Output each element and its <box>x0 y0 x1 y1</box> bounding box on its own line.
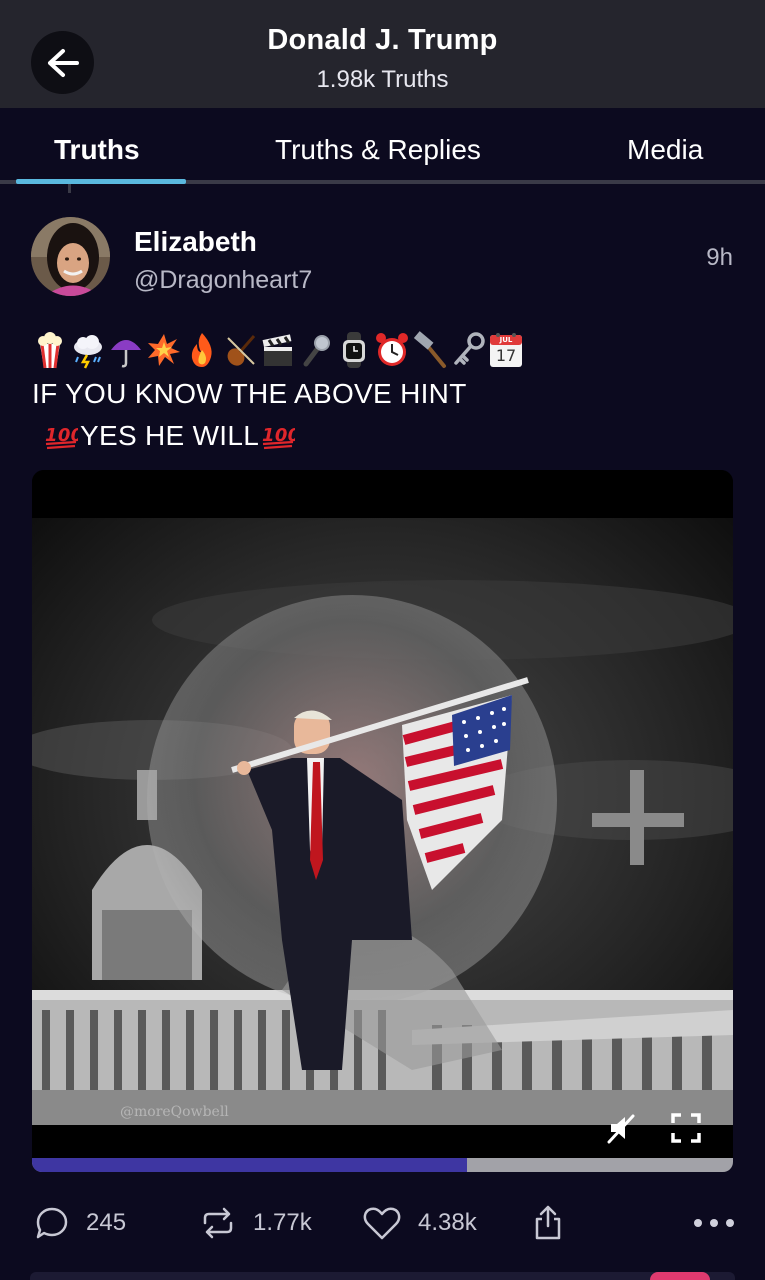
video-progress-bar[interactable] <box>32 1158 733 1172</box>
microphone-icon <box>298 330 334 370</box>
post-text-line-1: IF YOU KNOW THE ABOVE HINT <box>32 378 467 409</box>
muted-speaker-icon <box>607 1114 635 1144</box>
avatar[interactable] <box>31 217 110 296</box>
hammer-icon <box>412 330 448 370</box>
profile-tabs: Truths Truths & Replies Media <box>0 108 765 186</box>
retruth-button[interactable]: 1.77k <box>199 1200 312 1246</box>
author-name[interactable]: Elizabeth <box>134 226 257 258</box>
post-text-line-2: 100 YES HE WILL 100 <box>42 420 300 452</box>
next-post-edge <box>30 1272 735 1280</box>
key-icon <box>450 330 486 370</box>
more-dots-icon <box>694 1219 734 1227</box>
post-video[interactable] <box>32 470 733 1172</box>
fullscreen-icon <box>671 1113 701 1143</box>
calendar-month: JUL <box>499 336 513 344</box>
alarm-clock-icon <box>374 330 410 370</box>
fire-icon <box>184 330 220 370</box>
retruth-icon <box>203 1207 233 1239</box>
clapper-board-icon <box>260 330 296 370</box>
video-frame <box>32 470 733 1172</box>
floating-action-edge[interactable] <box>650 1272 710 1280</box>
profile-header: Donald J. Trump 1.98k Truths <box>0 0 765 108</box>
watch-icon <box>336 330 372 370</box>
author-handle[interactable]: @Dragonheart7 <box>134 266 312 295</box>
umbrella-icon <box>108 330 144 370</box>
hundred-points-icon: 100 <box>44 421 83 451</box>
share-icon <box>535 1205 561 1240</box>
tab-truths-replies[interactable]: Truths & Replies <box>275 134 481 166</box>
reply-bubble-icon <box>36 1207 68 1239</box>
popcorn-icon <box>32 330 68 370</box>
tab-media[interactable]: Media <box>627 134 703 166</box>
video-watermark: @moreQowbell <box>120 1104 229 1120</box>
tab-truths[interactable]: Truths <box>54 134 140 166</box>
app-root: Donald J. Trump 1.98k Truths Truths Trut… <box>0 0 765 1280</box>
video-progress-fill <box>32 1158 467 1172</box>
reply-count: 245 <box>86 1209 127 1236</box>
violin-icon <box>222 330 258 370</box>
truth-count: 1.98k Truths <box>316 66 449 93</box>
post-text-yes-he-will: YES HE WILL <box>80 420 260 451</box>
more-options-button[interactable] <box>692 1213 736 1233</box>
thread-line <box>68 184 71 193</box>
profile-title: Donald J. Trump <box>267 24 498 56</box>
like-count: 4.38k <box>418 1209 477 1236</box>
emoji-hint-row: JUL 17 <box>32 330 524 372</box>
reply-button[interactable]: 245 <box>34 1200 126 1246</box>
hundred-points-icon: 100 <box>261 421 300 451</box>
calendar-icon: JUL 17 <box>488 330 524 370</box>
fullscreen-button[interactable] <box>668 1110 704 1146</box>
mute-button[interactable] <box>603 1110 639 1146</box>
storm-cloud-icon <box>70 330 106 370</box>
post-timestamp: 9h <box>706 244 733 271</box>
active-tab-indicator <box>16 179 186 184</box>
like-button[interactable]: 4.38k <box>362 1200 477 1246</box>
heart-icon <box>363 1207 401 1240</box>
share-button[interactable] <box>532 1200 564 1246</box>
calendar-day: 17 <box>495 346 517 365</box>
explosion-icon <box>146 330 182 370</box>
retruth-count: 1.77k <box>253 1209 312 1236</box>
